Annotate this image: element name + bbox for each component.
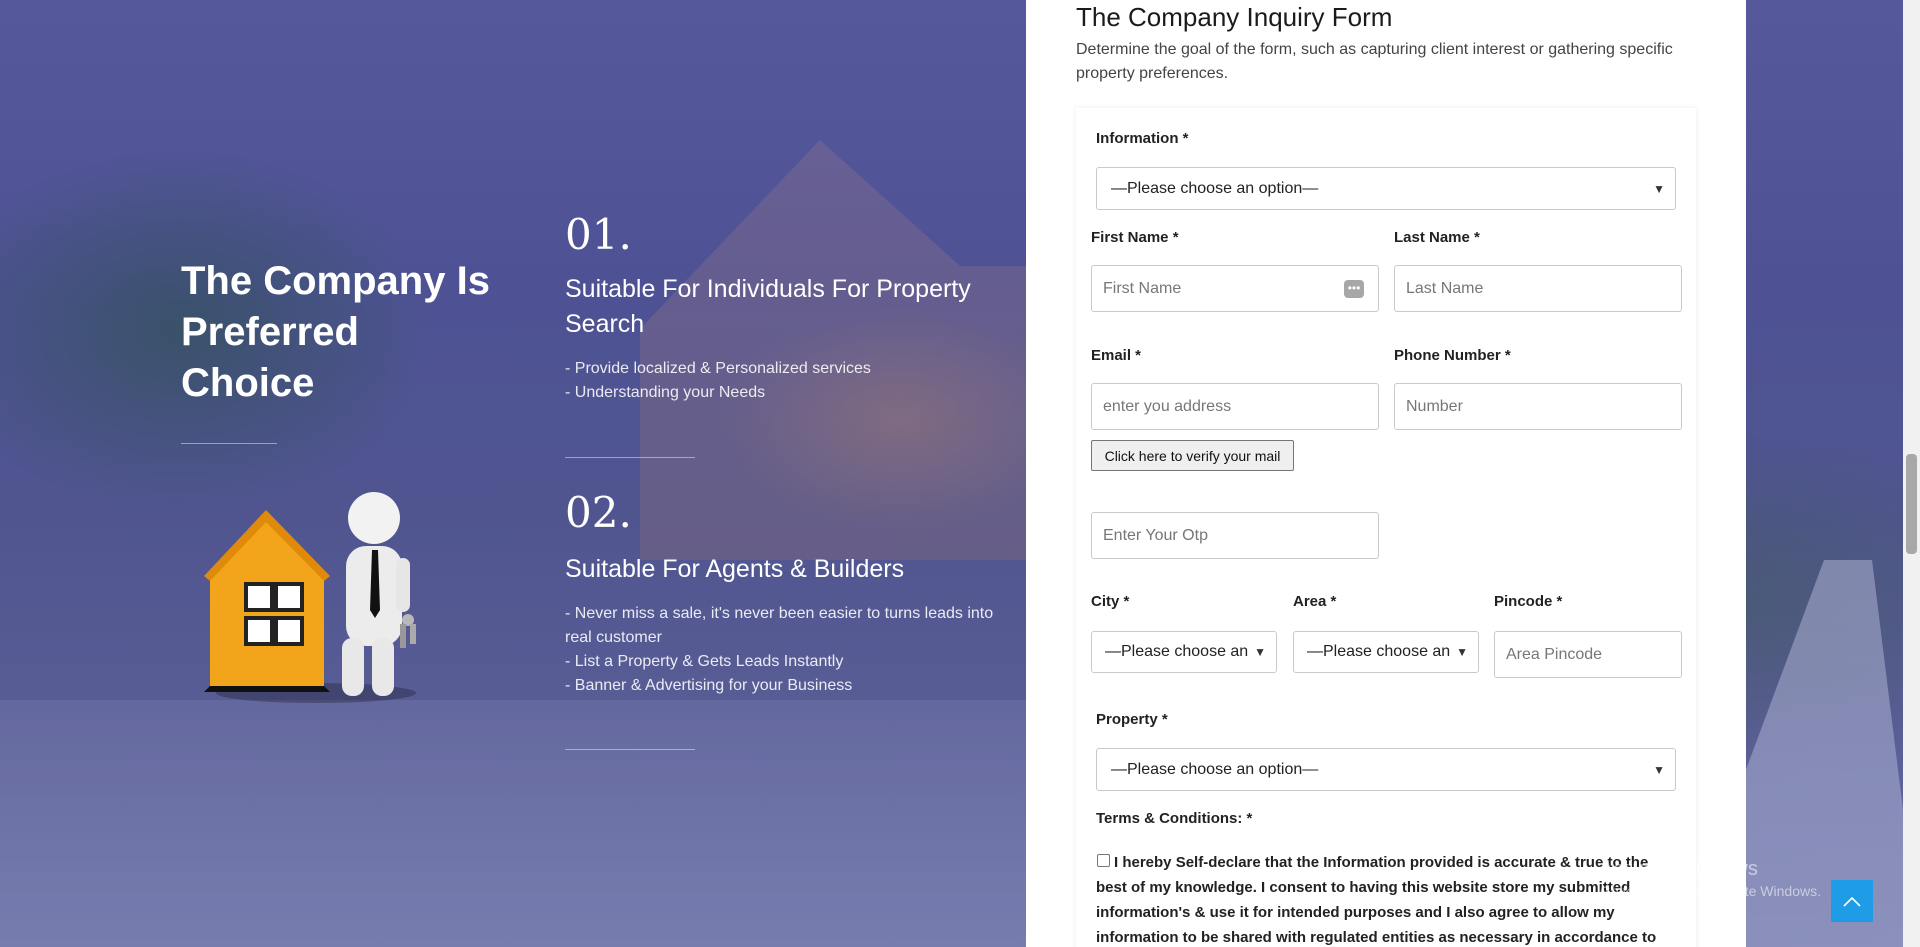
step-1-divider: [565, 457, 695, 458]
chevron-down-icon: ▼: [1653, 762, 1665, 777]
email-placeholder: enter you address: [1103, 397, 1232, 415]
information-label: Information *: [1096, 130, 1189, 147]
property-select[interactable]: —Please choose an option— ▼: [1096, 748, 1676, 791]
property-select-value: —Please choose an option—: [1111, 760, 1319, 778]
area-select-value: —Please choose an: [1307, 643, 1451, 660]
terms-text: I hereby Self-declare that the Informati…: [1096, 854, 1657, 946]
information-select[interactable]: —Please choose an option— ▼: [1096, 167, 1676, 210]
driveway-shape: [0, 700, 1030, 947]
step-2-description: - Never miss a sale, it's never been eas…: [565, 602, 993, 698]
last-name-field[interactable]: Last Name: [1394, 265, 1682, 312]
chevron-up-icon: [1843, 896, 1861, 907]
first-name-field[interactable]: First Name •••: [1091, 265, 1379, 312]
otp-field[interactable]: Enter Your Otp: [1091, 512, 1379, 559]
terms-label: Terms & Conditions: *: [1096, 810, 1253, 827]
scroll-to-top-button[interactable]: [1831, 880, 1873, 922]
watermark-title: Activate Windows: [1600, 858, 1758, 880]
scrollbar-thumb[interactable]: [1906, 454, 1917, 554]
area-select[interactable]: —Please choose an ▼: [1293, 631, 1479, 673]
terms-checkbox[interactable]: [1097, 854, 1110, 867]
step-1-number: 01.: [565, 210, 632, 259]
chevron-down-icon: ▼: [1456, 645, 1468, 659]
area-label: Area *: [1293, 593, 1337, 610]
watermark-subtitle: Go to Settings to activate Windows.: [1600, 883, 1821, 899]
first-name-placeholder: First Name: [1103, 279, 1182, 297]
city-label: City *: [1091, 593, 1130, 610]
step-1-title: Suitable For Individuals For Property Se…: [565, 275, 971, 338]
step-2-line: real customer: [565, 629, 662, 646]
step-2-title: Suitable For Agents & Builders: [565, 555, 905, 583]
pincode-placeholder: Area Pincode: [1506, 645, 1603, 663]
step-2-line: - Never miss a sale, it's never been eas…: [565, 605, 994, 622]
first-name-label: First Name *: [1091, 229, 1179, 246]
city-select-value: —Please choose an: [1105, 643, 1249, 660]
chevron-down-icon: ▼: [1653, 181, 1665, 196]
chevron-down-icon: ▼: [1254, 645, 1266, 659]
phone-field[interactable]: Number: [1394, 383, 1682, 430]
pincode-field[interactable]: Area Pincode: [1494, 631, 1682, 678]
hero-headline: The Company Is Preferred Choice: [181, 259, 490, 405]
form-title: The Company Inquiry Form: [1076, 2, 1393, 32]
city-select[interactable]: —Please choose an ▼: [1091, 631, 1277, 673]
step-1-line: - Provide localized & Personalized servi…: [565, 360, 871, 377]
step-2-line: - Banner & Advertising for your Business: [565, 677, 853, 694]
mascot-illustration: [204, 492, 416, 703]
step-2-number: 02.: [565, 488, 632, 537]
otp-placeholder: Enter Your Otp: [1103, 526, 1208, 544]
phone-placeholder: Number: [1406, 397, 1463, 415]
verify-email-button[interactable]: Click here to verify your mail: [1091, 440, 1294, 471]
form-description: Determine the goal of the form, such as …: [1076, 41, 1673, 82]
email-label: Email *: [1091, 347, 1142, 364]
headline-divider: [181, 443, 277, 444]
property-label: Property *: [1096, 711, 1168, 728]
activate-windows-watermark: Activate Windows Go to Settings to activ…: [1600, 858, 1821, 899]
step-1-line: - Understanding your Needs: [565, 384, 766, 401]
key-menu-icon[interactable]: •••: [1344, 280, 1364, 298]
email-field[interactable]: enter you address: [1091, 383, 1379, 430]
step-2-line: - List a Property & Gets Leads Instantly: [565, 653, 844, 670]
step-2-divider: [565, 749, 695, 750]
last-name-label: Last Name *: [1394, 229, 1480, 246]
information-select-value: —Please choose an option—: [1111, 179, 1319, 197]
step-1-description: - Provide localized & Personalized servi…: [565, 357, 871, 405]
last-name-placeholder: Last Name: [1406, 279, 1484, 297]
phone-label: Phone Number *: [1394, 347, 1511, 364]
pincode-label: Pincode *: [1494, 593, 1563, 610]
